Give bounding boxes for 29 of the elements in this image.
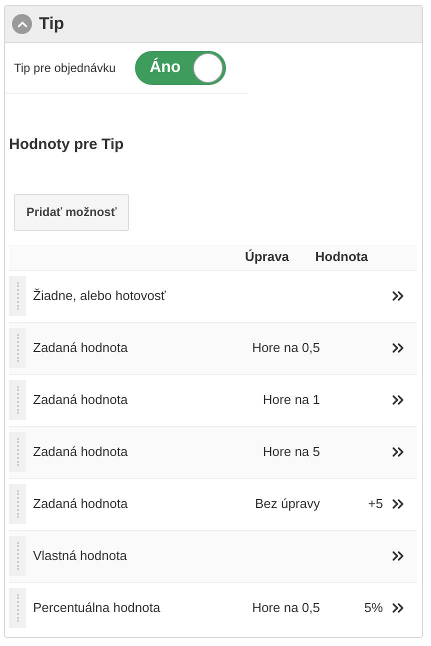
value-cell-text: 5%: [364, 599, 383, 618]
toggle-label: Tip pre objednávku: [14, 60, 116, 77]
panel-header[interactable]: Tip: [5, 6, 422, 43]
drag-handle[interactable]: [9, 588, 26, 628]
adjustment-cell-text: Bez úpravy: [254, 495, 320, 514]
option-name: Zadaná hodnota: [33, 392, 128, 408]
option-name: Vlastná hodnota: [33, 548, 127, 564]
drag-handle[interactable]: [9, 276, 26, 316]
adjustment-cell-text: Hore na 0,5: [252, 339, 320, 358]
option-name: Zadaná hodnota: [33, 444, 128, 460]
adjustment-cell-text: Hore na 5: [262, 443, 320, 462]
column-header: Úprava: [244, 248, 290, 266]
drag-handle[interactable]: [9, 380, 26, 420]
add-option-button[interactable]: Pridať možnosť: [14, 194, 129, 230]
drag-handle[interactable]: [9, 328, 26, 368]
option-name: Percentuálna hodnota: [33, 600, 160, 616]
drag-handle[interactable]: [9, 484, 26, 524]
panel-title: Tip: [39, 13, 64, 36]
column-header: Hodnota: [315, 248, 368, 266]
option-name: Zadaná hodnota: [33, 340, 128, 356]
adjustment-cell-text: Hore na 0,5: [252, 599, 320, 618]
section-title: Hodnoty pre Tip: [9, 135, 124, 155]
adjustment-cell-text: Hore na 1: [262, 391, 320, 410]
option-name: Zadaná hodnota: [33, 496, 128, 512]
drag-handle[interactable]: [9, 536, 26, 576]
option-name: Žiadne, alebo hotovosť: [33, 288, 166, 304]
collapse-icon: [12, 14, 32, 34]
drag-handle[interactable]: [9, 432, 26, 472]
value-cell-text: +5: [368, 495, 383, 514]
